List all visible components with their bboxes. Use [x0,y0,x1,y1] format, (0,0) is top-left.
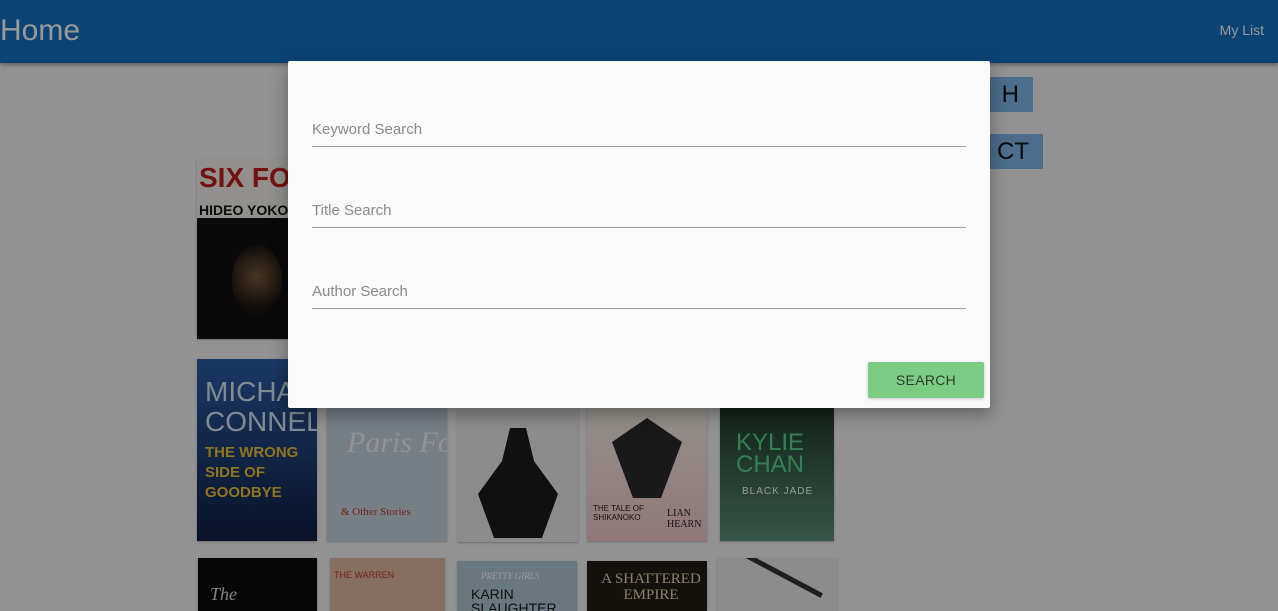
author-search-input[interactable] [312,283,966,300]
author-search-field [312,268,966,309]
keyword-search-field [312,106,966,147]
keyword-search-input[interactable] [312,121,966,138]
search-button[interactable]: SEARCH [868,362,984,398]
search-dialog: SEARCH [288,61,990,408]
title-search-input[interactable] [312,202,966,219]
title-search-field [312,187,966,228]
